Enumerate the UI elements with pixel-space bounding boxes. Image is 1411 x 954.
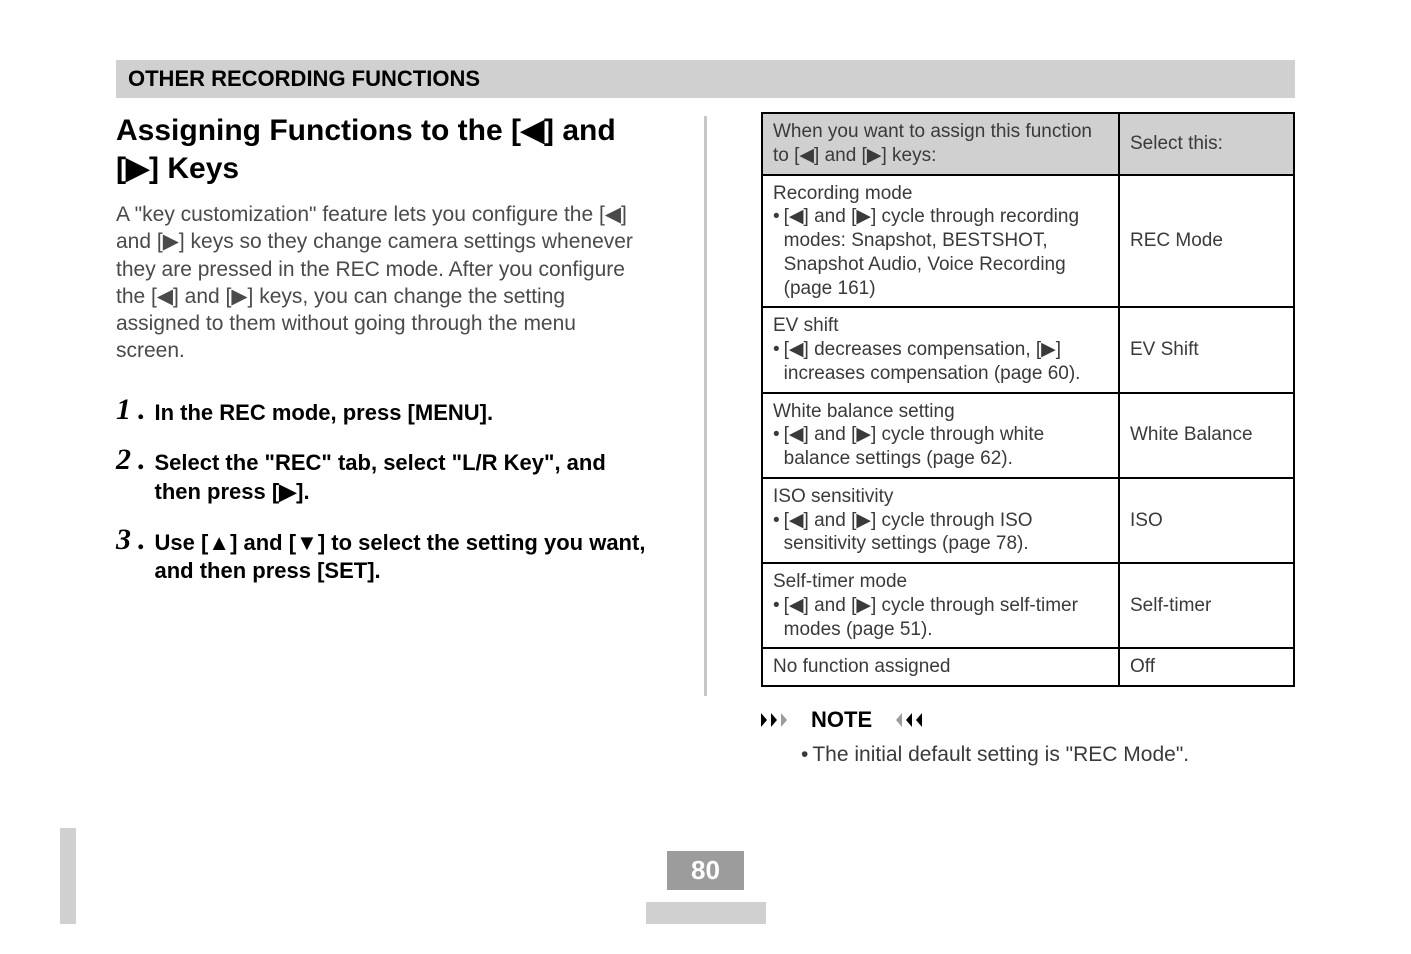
step-text: Select the "REC" tab, select "L/R Key", … bbox=[155, 445, 651, 506]
note-left-icon bbox=[761, 711, 801, 729]
table-row: White balance setting •[◀] and [▶] cycle… bbox=[762, 393, 1294, 478]
step-3: 3. Use [▲] and [▼] to select the setting… bbox=[116, 525, 650, 586]
table-row: Self-timer mode •[◀] and [▶] cycle throu… bbox=[762, 563, 1294, 648]
row-option: REC Mode bbox=[1119, 175, 1294, 308]
table-header-row: When you want to assign this function to… bbox=[762, 113, 1294, 175]
note-label: NOTE bbox=[811, 707, 872, 733]
intro-text: A "key customization" feature lets you c… bbox=[116, 201, 650, 365]
row-title: Recording mode bbox=[773, 182, 1108, 206]
note-right-icon bbox=[882, 711, 922, 729]
table-header-left: When you want to assign this function to… bbox=[762, 113, 1119, 175]
page-title: Assigning Functions to the [◀] and [▶] K… bbox=[116, 112, 650, 187]
row-bullet: [◀] and [▶] cycle through white balance … bbox=[784, 423, 1108, 471]
step-text: In the REC mode, press [MENU]. bbox=[155, 395, 494, 428]
table-row: EV shift •[◀] decreases compensation, [▶… bbox=[762, 307, 1294, 392]
row-title: White balance setting bbox=[773, 400, 1108, 424]
function-table: When you want to assign this function to… bbox=[761, 112, 1295, 687]
row-title: No function assigned bbox=[773, 655, 1108, 679]
table-row: Recording mode •[◀] and [▶] cycle throug… bbox=[762, 175, 1294, 308]
row-bullet: [◀] and [▶] cycle through recording mode… bbox=[784, 205, 1108, 300]
bottom-decorative-bar bbox=[0, 902, 1411, 924]
row-option: White Balance bbox=[1119, 393, 1294, 478]
page-number: 80 bbox=[667, 851, 744, 890]
step-2: 2. Select the "REC" tab, select "L/R Key… bbox=[116, 445, 650, 506]
row-option: Off bbox=[1119, 648, 1294, 686]
table-header-right: Select this: bbox=[1119, 113, 1294, 175]
section-header: OTHER RECORDING FUNCTIONS bbox=[116, 60, 1295, 98]
table-row: ISO sensitivity •[◀] and [▶] cycle throu… bbox=[762, 478, 1294, 563]
step-number: 3 bbox=[116, 525, 131, 555]
row-title: EV shift bbox=[773, 314, 1108, 338]
step-text: Use [▲] and [▼] to select the setting yo… bbox=[155, 525, 651, 586]
row-option: EV Shift bbox=[1119, 307, 1294, 392]
step-number: 1 bbox=[116, 395, 131, 425]
row-title: ISO sensitivity bbox=[773, 485, 1108, 509]
row-option: ISO bbox=[1119, 478, 1294, 563]
table-row: No function assigned Off bbox=[762, 648, 1294, 686]
column-divider bbox=[704, 116, 707, 696]
note-heading: NOTE bbox=[761, 707, 1295, 733]
row-title: Self-timer mode bbox=[773, 570, 1108, 594]
row-option: Self-timer bbox=[1119, 563, 1294, 648]
row-bullet: [◀] decreases compensation, [▶] increase… bbox=[784, 338, 1108, 386]
step-1: 1. In the REC mode, press [MENU]. bbox=[116, 395, 650, 428]
row-bullet: [◀] and [▶] cycle through self-timer mod… bbox=[784, 594, 1108, 642]
note-text: •The initial default setting is "REC Mod… bbox=[801, 743, 1295, 767]
row-bullet: [◀] and [▶] cycle through ISO sensitivit… bbox=[784, 509, 1108, 557]
step-number: 2 bbox=[116, 445, 131, 475]
